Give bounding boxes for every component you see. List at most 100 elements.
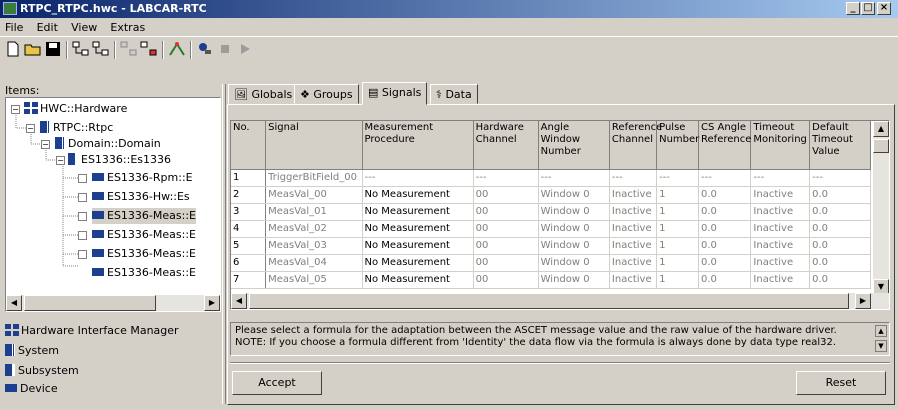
table-row[interactable]: 6 MeasVal_04 No Measurement 00 Window 0 Inact…: [231, 254, 871, 272]
table-cell[interactable]: 0.0: [809, 203, 871, 221]
tree-collapse-toggle[interactable]: −: [56, 156, 65, 165]
table-cell[interactable]: No Measurement: [362, 203, 474, 221]
tree-collapse-toggle[interactable]: −: [41, 140, 50, 149]
scroll-thumb[interactable]: [24, 295, 156, 311]
table-cell[interactable]: 0.0: [698, 271, 752, 289]
table-cell[interactable]: MeasVal_00: [265, 186, 363, 204]
maximize-button[interactable]: □: [861, 2, 875, 15]
table-cell[interactable]: 00: [473, 220, 539, 238]
table-cell[interactable]: Window 0: [538, 254, 610, 272]
table-cell[interactable]: 1: [231, 169, 267, 187]
table-cell[interactable]: Inactive: [609, 254, 658, 272]
table-cell[interactable]: 1: [656, 186, 700, 204]
table-cell[interactable]: 7: [231, 271, 267, 289]
table-cell[interactable]: Window 0: [538, 220, 610, 238]
scroll-up-arrow-icon[interactable]: ▲: [875, 325, 887, 337]
column-header[interactable]: Reference Channel: [609, 121, 662, 170]
table-cell[interactable]: Inactive: [750, 254, 811, 272]
table-cell[interactable]: 0.0: [698, 254, 752, 272]
table-cell[interactable]: 00: [473, 271, 539, 289]
column-header[interactable]: Default Timeout Value: [809, 121, 871, 170]
connect-icon[interactable]: [168, 41, 186, 57]
menu-edit[interactable]: Edit: [32, 18, 63, 37]
table-cell[interactable]: Inactive: [609, 237, 658, 255]
tree-node-es1336[interactable]: ES1336::Es1336: [68, 152, 171, 168]
scroll-up-arrow-icon[interactable]: ▲: [873, 121, 889, 137]
tab-groups[interactable]: ❖ Groups: [294, 84, 359, 104]
table-cell[interactable]: MeasVal_05: [265, 271, 363, 289]
tree-collapse-toggle[interactable]: −: [26, 124, 35, 133]
table-cell[interactable]: Inactive: [750, 271, 811, 289]
table-cell[interactable]: 0.0: [809, 237, 871, 255]
tab-signals[interactable]: ▤ Signals: [362, 82, 428, 105]
table-cell[interactable]: 0.0: [698, 220, 752, 238]
table-cell[interactable]: ---: [538, 169, 610, 187]
table-cell[interactable]: Inactive: [609, 203, 658, 221]
table-vertical-scrollbar[interactable]: ▲ ▼: [873, 121, 889, 295]
scroll-thumb[interactable]: [873, 139, 889, 153]
table-cell[interactable]: 1: [656, 203, 700, 221]
table-cell[interactable]: ---: [656, 169, 700, 187]
table-cell[interactable]: 00: [473, 254, 539, 272]
accept-button[interactable]: Accept: [232, 371, 322, 395]
signals-table[interactable]: No. Signal Measurement Procedure Hardwar…: [230, 120, 890, 310]
save-icon[interactable]: [44, 41, 62, 57]
column-header[interactable]: Hardware Channel: [473, 121, 539, 170]
table-cell[interactable]: Inactive: [750, 220, 811, 238]
column-header[interactable]: Timeout Monitoring: [750, 121, 811, 170]
table-cell[interactable]: Window 0: [538, 237, 610, 255]
table-cell[interactable]: Inactive: [609, 186, 658, 204]
table-cell[interactable]: 1: [656, 271, 700, 289]
table-cell[interactable]: 5: [231, 237, 267, 255]
column-header[interactable]: Angle Window Number: [538, 121, 610, 170]
tree-node-domain[interactable]: Domain::Domain: [55, 136, 161, 152]
table-cell[interactable]: 0.0: [698, 237, 752, 255]
reset-button[interactable]: Reset: [796, 371, 886, 395]
scroll-left-arrow-icon[interactable]: ◀: [231, 293, 247, 309]
table-cell[interactable]: ---: [362, 169, 474, 187]
table-cell[interactable]: 0.0: [698, 186, 752, 204]
table-cell[interactable]: 0.0: [698, 203, 752, 221]
column-header[interactable]: No.: [231, 121, 267, 170]
minimize-button[interactable]: _: [846, 2, 860, 15]
table-cell[interactable]: 0.0: [809, 254, 871, 272]
table-cell[interactable]: Inactive: [609, 271, 658, 289]
table-cell[interactable]: ---: [809, 169, 871, 187]
tree-node-device-selected[interactable]: ES1336-Meas::E: [92, 208, 196, 224]
table-cell[interactable]: Inactive: [750, 203, 811, 221]
table-cell[interactable]: Window 0: [538, 203, 610, 221]
table-cell[interactable]: MeasVal_01: [265, 203, 363, 221]
table-row[interactable]: 1 TriggerBitField_00 --- --- --- --- --- --- ---…: [231, 169, 871, 187]
tree-node-hardware[interactable]: HWC::Hardware: [24, 101, 127, 117]
table-cell[interactable]: Window 0: [538, 186, 610, 204]
table-row[interactable]: 4 MeasVal_02 No Measurement 00 Window 0 Inact…: [231, 220, 871, 238]
table-cell[interactable]: 00: [473, 186, 539, 204]
column-header[interactable]: Signal: [265, 121, 363, 170]
add-item-icon[interactable]: [120, 41, 138, 57]
table-cell[interactable]: 6: [231, 254, 267, 272]
tree-node-rtpc[interactable]: RTPC::Rtpc: [40, 120, 113, 136]
tree-checkbox[interactable]: [78, 231, 87, 240]
table-cell[interactable]: MeasVal_02: [265, 220, 363, 238]
panel-splitter[interactable]: [222, 84, 226, 404]
tree-node-device[interactable]: ES1336-Meas::E: [92, 227, 196, 243]
table-row[interactable]: 5 MeasVal_03 No Measurement 00 Window 0 Inact…: [231, 237, 871, 255]
tree-node-device[interactable]: ES1336-Rpm::E: [92, 170, 193, 186]
scroll-right-arrow-icon[interactable]: ▶: [855, 293, 871, 309]
remove-item-icon[interactable]: [140, 41, 158, 57]
menu-extras[interactable]: Extras: [105, 18, 150, 37]
tab-data[interactable]: ⚕ Data: [430, 84, 478, 104]
hardware-tree-icon[interactable]: [72, 41, 90, 57]
table-cell[interactable]: 2: [231, 186, 267, 204]
table-cell[interactable]: MeasVal_04: [265, 254, 363, 272]
table-cell[interactable]: 4: [231, 220, 267, 238]
tab-globals[interactable]: 🖼 Globals: [228, 84, 299, 104]
table-cell[interactable]: Inactive: [750, 237, 811, 255]
table-cell[interactable]: 3: [231, 203, 267, 221]
scroll-down-arrow-icon[interactable]: ▼: [875, 340, 887, 352]
scroll-thumb[interactable]: [249, 293, 849, 309]
table-cell[interactable]: 00: [473, 237, 539, 255]
column-header[interactable]: CS Angle Reference: [698, 121, 752, 170]
tree-checkbox[interactable]: [78, 174, 87, 183]
table-cell[interactable]: Inactive: [750, 186, 811, 204]
